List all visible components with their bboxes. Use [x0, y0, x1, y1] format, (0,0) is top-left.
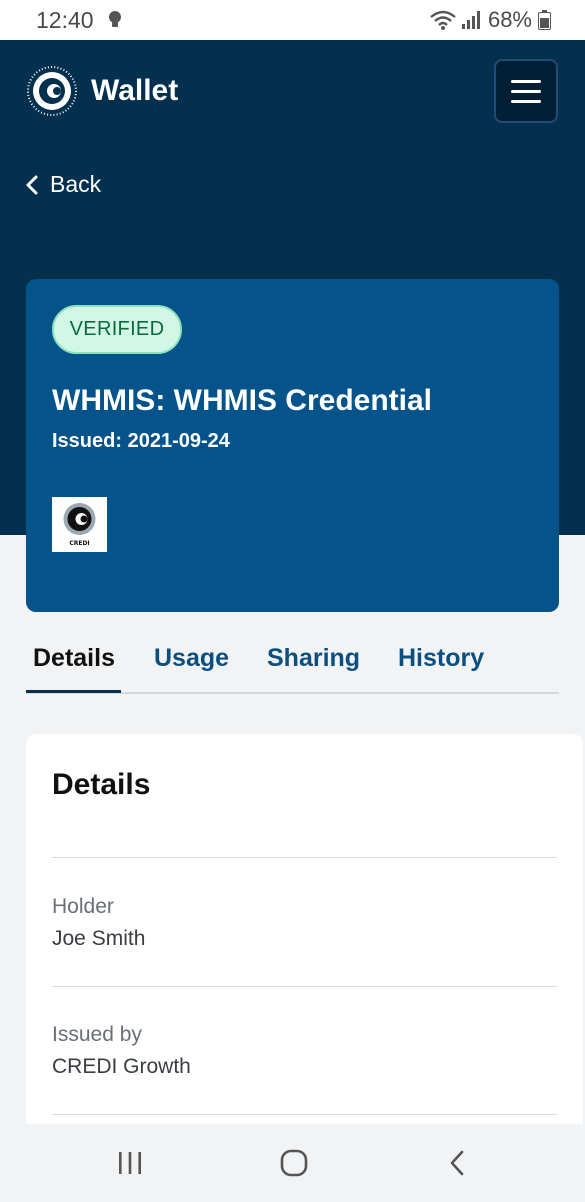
verified-badge: VERIFIED	[52, 305, 182, 354]
issuer-logo: CREDI	[52, 497, 107, 552]
app-title: Wallet	[91, 74, 179, 107]
battery-percent: 68%	[487, 7, 532, 32]
credential-card: VERIFIED WHMIS: WHMIS Credential Issued:…	[26, 279, 559, 612]
app-logo-icon[interactable]	[26, 65, 78, 117]
back-link[interactable]: Back	[26, 171, 101, 198]
svg-text:CREDI: CREDI	[69, 540, 89, 547]
issued-by-value: CREDI Growth	[52, 1055, 191, 1078]
tab-usage[interactable]: Usage	[154, 644, 229, 673]
credential-issued-date: Issued: 2021-09-24	[52, 430, 230, 452]
battery-icon	[538, 10, 551, 30]
credi-logo-icon: CREDI	[63, 503, 96, 547]
divider	[52, 857, 557, 858]
issued-by-label: Issued by	[52, 1023, 142, 1046]
holder-value: Joe Smith	[52, 927, 146, 950]
menu-button[interactable]	[494, 59, 558, 123]
back-nav-icon[interactable]	[443, 1148, 473, 1178]
chevron-left-icon	[26, 175, 38, 194]
credential-title: WHMIS: WHMIS Credential	[52, 384, 432, 417]
system-nav-bar	[0, 1124, 585, 1202]
status-right: 68%	[430, 7, 551, 33]
tab-details[interactable]: Details	[33, 644, 115, 673]
wifi-icon	[430, 10, 456, 30]
hamburger-icon	[511, 79, 541, 83]
divider	[52, 1114, 557, 1115]
bulb-icon	[109, 11, 121, 27]
holder-label: Holder	[52, 895, 114, 918]
details-card: Details Holder Joe Smith Issued by CREDI…	[26, 734, 583, 1154]
details-heading: Details	[52, 768, 151, 801]
tab-history[interactable]: History	[398, 644, 484, 673]
active-tab-indicator	[26, 690, 121, 693]
tab-sharing[interactable]: Sharing	[267, 644, 360, 673]
tab-bar: Details Usage Sharing History	[26, 630, 559, 694]
recent-apps-icon[interactable]	[115, 1148, 145, 1178]
status-bar: 12:40 68%	[0, 0, 585, 40]
back-label: Back	[50, 171, 102, 197]
home-icon[interactable]	[279, 1148, 309, 1178]
divider	[52, 986, 557, 987]
status-time: 12:40	[36, 7, 94, 33]
signal-icon	[461, 11, 480, 29]
